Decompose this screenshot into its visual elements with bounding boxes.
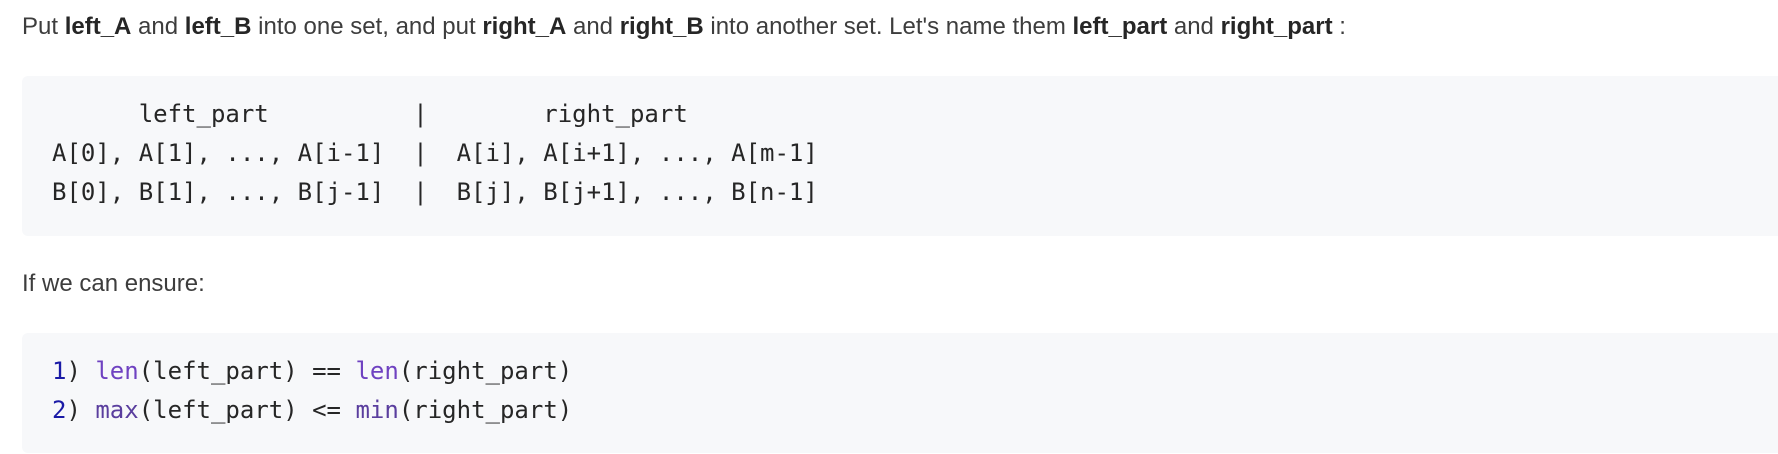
code-line-a: A[0], A[1], ..., A[i-1] | A[i], A[i+1], … — [52, 139, 818, 167]
condition-line-1: 1) len(left_part) == len(right_part) — [52, 352, 1778, 391]
conditions-code-block[interactable]: 1) len(left_part) == len(right_part) 2) m… — [22, 333, 1778, 453]
bold-term: right_A — [482, 13, 567, 40]
code-token: (right_part) — [398, 396, 573, 424]
line-number: 1 — [52, 357, 67, 385]
partition-code-block[interactable]: left_part | right_part A[0], A[1], ..., A… — [22, 76, 1778, 236]
builtin-function: max — [95, 396, 139, 424]
bold-term: left_A — [64, 13, 132, 40]
intro-text: Put — [22, 13, 65, 40]
code-token: ) — [66, 396, 96, 424]
builtin-function: len — [95, 357, 139, 385]
intro-text: into another set. Let's name them — [703, 13, 1073, 40]
code-token: ) — [66, 357, 96, 385]
code-token: (left_part) <= — [138, 396, 356, 424]
code-token: (right_part) — [398, 357, 573, 385]
code-line-header: left_part | right_part — [52, 100, 688, 128]
bold-term: left_B — [184, 13, 252, 40]
code-line-b: B[0], B[1], ..., B[j-1] | B[j], B[j+1], … — [52, 178, 818, 206]
line-number: 2 — [52, 396, 67, 424]
builtin-function: min — [355, 396, 399, 424]
intro-text: and — [566, 13, 620, 40]
bold-term: right_B — [619, 13, 704, 40]
builtin-function: len — [355, 357, 399, 385]
intro-text: into one set, and put — [251, 13, 483, 40]
bold-term: left_part — [1072, 13, 1168, 40]
code-token: (left_part) == — [138, 357, 356, 385]
condition-line-2: 2) max(left_part) <= min(right_part) — [52, 391, 1778, 430]
intro-text: : — [1332, 13, 1346, 40]
condition-intro-paragraph: If we can ensure: — [22, 270, 205, 297]
bold-term: right_part — [1220, 13, 1333, 40]
intro-text: and — [1167, 13, 1221, 40]
intro-paragraph: Put left_A and left_B into one set, and … — [22, 11, 1346, 43]
intro-text: and — [131, 13, 185, 40]
